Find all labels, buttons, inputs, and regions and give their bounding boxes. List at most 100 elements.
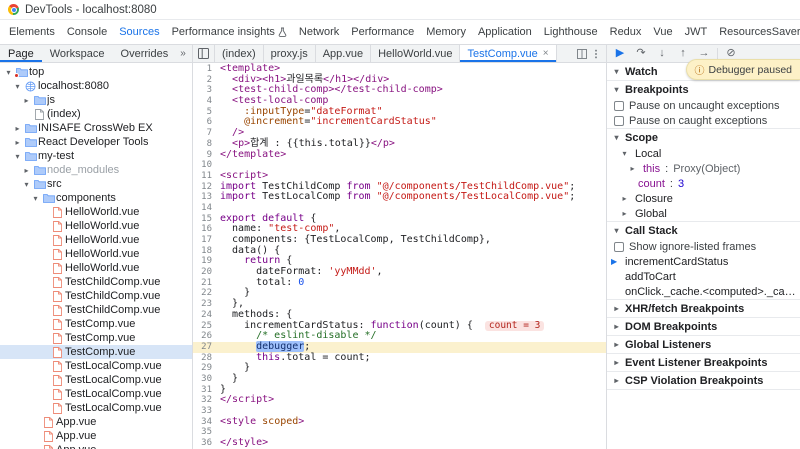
code-text[interactable]: this.total = count; [220, 352, 606, 364]
code-text[interactable]: } [220, 373, 606, 385]
chevron-down-icon[interactable]: ▾ [12, 152, 23, 161]
line-number[interactable]: 11 [193, 171, 220, 182]
tab-resourcessaver[interactable]: ResourcesSaver [713, 20, 800, 44]
file-tab-helloworld-vue[interactable]: HelloWorld.vue [371, 45, 461, 62]
chevron-right-icon[interactable]: ▸ [619, 209, 630, 218]
tree-item-helloworld-vue[interactable]: HelloWorld.vue [0, 219, 192, 233]
tab-application[interactable]: Application [472, 20, 538, 44]
code-text[interactable]: </template> [220, 149, 606, 161]
sidebar-tab-page[interactable]: Page [0, 45, 42, 62]
line-number[interactable]: 32 [193, 395, 220, 406]
tree-item-app-vue[interactable]: App.vue [0, 443, 192, 449]
line-number[interactable]: 34 [193, 417, 220, 428]
tree-item-helloworld-vue[interactable]: HelloWorld.vue [0, 247, 192, 261]
line-number[interactable]: 18 [193, 246, 220, 257]
line-number[interactable]: 2 [193, 75, 220, 86]
code-text[interactable]: } [220, 288, 606, 299]
line-number[interactable]: 24 [193, 310, 220, 321]
xhr-fetch-breakpoints-header[interactable]: ▸ XHR/fetch Breakpoints [607, 300, 800, 317]
line-number[interactable]: 20 [193, 267, 220, 278]
chevron-right-icon[interactable]: ▸ [21, 166, 32, 175]
tree-item-testcomp-vue[interactable]: TestComp.vue [0, 345, 192, 359]
close-icon[interactable]: × [543, 48, 549, 59]
line-number[interactable]: 10 [193, 160, 220, 171]
tree-item-testlocalcomp-vue[interactable]: TestLocalComp.vue [0, 373, 192, 387]
scope-variable[interactable]: count: 3 [607, 176, 800, 191]
line-number[interactable]: 17 [193, 235, 220, 246]
tree-item-my-test[interactable]: ▾ my-test [0, 149, 192, 163]
tab-lighthouse[interactable]: Lighthouse [538, 20, 604, 44]
tree-item-testchildcomp-vue[interactable]: TestChildComp.vue [0, 303, 192, 317]
line-number[interactable]: 26 [193, 331, 220, 342]
tree-item-app-vue[interactable]: App.vue [0, 429, 192, 443]
line-number[interactable]: 33 [193, 406, 220, 417]
tab-elements[interactable]: Elements [3, 20, 61, 44]
scope-section-header[interactable]: ▾ Scope [607, 129, 800, 146]
code-text[interactable]: } [220, 362, 606, 374]
line-number[interactable]: 8 [193, 139, 220, 150]
tree-item-testlocalcomp-vue[interactable]: TestLocalComp.vue [0, 359, 192, 373]
tree-item-helloworld-vue[interactable]: HelloWorld.vue [0, 205, 192, 219]
resume-icon[interactable]: ▶ [610, 45, 630, 62]
breakpoints-section-header[interactable]: ▾ Breakpoints [607, 81, 800, 98]
line-number[interactable]: 27 [193, 342, 220, 353]
line-number[interactable]: 30 [193, 374, 220, 385]
tab-jwt[interactable]: JWT [679, 20, 714, 44]
chevron-down-icon[interactable]: ▾ [12, 82, 23, 91]
line-number[interactable]: 6 [193, 117, 220, 128]
tab-performance[interactable]: Performance [345, 20, 420, 44]
code-text[interactable]: total: 0 [220, 277, 606, 289]
tree-item-react-developer-tools[interactable]: ▸ React Developer Tools [0, 135, 192, 149]
sidebar-tab-overrides[interactable]: Overrides [113, 45, 177, 62]
tree-item-js[interactable]: ▸ js [0, 93, 192, 107]
code-text[interactable]: } [220, 384, 606, 396]
tree-item-testlocalcomp-vue[interactable]: TestLocalComp.vue [0, 387, 192, 401]
file-tab-testcomp-vue[interactable]: TestComp.vue × [460, 45, 557, 62]
step-into-icon[interactable]: ↓ [652, 45, 672, 62]
tab-vue[interactable]: Vue [647, 20, 678, 44]
step-over-icon[interactable]: ↷ [631, 45, 651, 62]
code-text[interactable]: <style scoped> [220, 416, 606, 428]
stack-frame[interactable]: ▶ incrementCardStatus [607, 254, 800, 269]
tree-item-inisafe-crossweb-ex[interactable]: ▸ INISAFE CrossWeb EX [0, 121, 192, 135]
file-tab-proxy-js[interactable]: proxy.js [263, 45, 316, 62]
scope-variable[interactable]: ▸ this: Proxy(Object) [607, 161, 800, 176]
tree-item-testchildcomp-vue[interactable]: TestChildComp.vue [0, 275, 192, 289]
tab-memory[interactable]: Memory [420, 20, 472, 44]
line-number[interactable]: 3 [193, 85, 220, 96]
line-number[interactable]: 35 [193, 427, 220, 438]
checkbox[interactable] [614, 115, 624, 126]
more-tabs-icon[interactable]: » [176, 45, 190, 62]
csp-violation-breakpoints-header[interactable]: ▸ CSP Violation Breakpoints [607, 372, 800, 389]
code-text[interactable] [220, 160, 606, 171]
chevron-down-icon[interactable]: ▾ [619, 149, 630, 158]
tab-network[interactable]: Network [293, 20, 345, 44]
tree-item-testlocalcomp-vue[interactable]: TestLocalComp.vue [0, 401, 192, 415]
line-number[interactable]: 19 [193, 256, 220, 267]
event-listener-breakpoints-header[interactable]: ▸ Event Listener Breakpoints [607, 354, 800, 371]
line-number[interactable]: 5 [193, 107, 220, 118]
chevron-right-icon[interactable]: ▸ [21, 96, 32, 105]
dom-breakpoints-header[interactable]: ▸ DOM Breakpoints [607, 318, 800, 335]
line-number[interactable]: 25 [193, 321, 220, 332]
tab-performance-insights[interactable]: Performance insights [166, 20, 293, 44]
split-editor-icon[interactable] [577, 48, 587, 59]
line-number[interactable]: 22 [193, 288, 220, 299]
line-number[interactable]: 16 [193, 224, 220, 235]
line-number[interactable]: 28 [193, 353, 220, 364]
stack-frame[interactable]: onClick._cache.<computed>._cache.<comput… [607, 284, 800, 299]
call-stack-section-header[interactable]: ▾ Call Stack [607, 222, 800, 239]
tree-item-helloworld-vue[interactable]: HelloWorld.vue [0, 261, 192, 275]
line-number[interactable]: 29 [193, 363, 220, 374]
line-number[interactable]: 14 [193, 203, 220, 214]
chevron-right-icon[interactable]: ▸ [627, 164, 638, 173]
scope-group-global[interactable]: ▸ Global [607, 206, 800, 221]
chevron-down-icon[interactable]: ▾ [21, 180, 32, 189]
tree-item-top[interactable]: ▾ top [0, 65, 192, 79]
line-number[interactable]: 12 [193, 182, 220, 193]
line-number[interactable]: 1 [193, 64, 220, 75]
checkbox[interactable] [614, 100, 624, 111]
scope-group-closure[interactable]: ▸ Closure [607, 191, 800, 206]
step-out-icon[interactable]: ↑ [673, 45, 693, 62]
line-number[interactable]: 31 [193, 385, 220, 396]
